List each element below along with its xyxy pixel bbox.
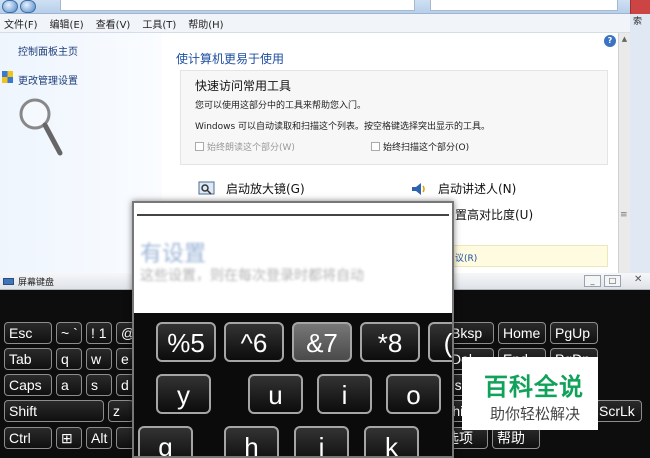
osk-title: 屏幕键盘 [18, 278, 55, 288]
page-title: 使计算机更易于使用 [176, 52, 285, 66]
control-panel-home-link[interactable]: 控制面板主页 [18, 43, 78, 58]
osk-key[interactable]: ScrLk [594, 400, 642, 422]
osk-key[interactable]: z [108, 400, 134, 422]
section-description-2: Windows 可以自动读取和扫描这个列表。按空格键选择突出显示的工具。 [195, 122, 491, 132]
search-box[interactable] [430, 0, 618, 11]
osk-key[interactable]: Shift [4, 400, 104, 422]
lens-key-g[interactable]: g [138, 426, 193, 456]
osk-key[interactable]: Alt [86, 427, 112, 449]
lens-key-h[interactable]: h [224, 426, 279, 456]
forward-button[interactable] [20, 0, 36, 13]
watermark-subtitle: 助你轻松解决 [490, 405, 581, 423]
lens-magnified-text: 这些设置，则在每次登录时都将自动 [140, 268, 364, 284]
maximize-button[interactable]: □ [604, 275, 621, 287]
lens-key-6[interactable]: ^6 [224, 322, 284, 362]
explorer-titlebar [0, 0, 650, 14]
scroll-grip: ≡ [620, 210, 628, 220]
start-magnifier-link[interactable]: 启动放大镜(G) [198, 180, 305, 197]
address-bar[interactable] [60, 0, 415, 11]
close-icon[interactable]: ✕ [634, 274, 642, 285]
osk-key[interactable]: Home [498, 322, 546, 344]
osk-key[interactable]: PgUp [550, 322, 598, 344]
scroll-up-arrow-icon[interactable]: ▲ [620, 35, 629, 44]
vertical-scrollbar[interactable]: ▲ [618, 33, 630, 273]
lens-key-8[interactable]: *8 [360, 322, 420, 362]
osk-key[interactable]: Esc [4, 322, 52, 344]
section-title: 快速访问常用工具 [195, 79, 292, 93]
osk-key[interactable]: 帮助 [492, 427, 540, 449]
osk-key[interactable]: s [86, 374, 112, 396]
window-close-button[interactable] [630, 0, 650, 14]
watermark-logo: 百科全说 助你轻松解决 [462, 357, 598, 430]
menu-tools[interactable]: 工具(T) [142, 16, 176, 31]
shield-icon [2, 71, 13, 83]
lens-key-9[interactable]: ( [428, 322, 452, 362]
osk-key[interactable]: Ctrl [4, 427, 52, 449]
watermark-title: 百科全说 [484, 373, 584, 401]
link-label: 启动放大镜(G) [226, 182, 305, 196]
osk-key[interactable]: Tab [4, 348, 52, 370]
osk-key[interactable]: q [56, 348, 82, 370]
menu-file[interactable]: 文件(F) [4, 16, 38, 31]
keyboard-icon [3, 278, 14, 285]
section-description: 您可以使用这部分中的工具来帮助您入门。 [195, 101, 367, 111]
osk-key[interactable]: ⊞ [56, 427, 82, 449]
lens-key-k[interactable]: k [364, 426, 419, 456]
quick-access-section: 快速访问常用工具 您可以使用这部分中的工具来帮助您入门。 Windows 可以自… [180, 70, 608, 165]
screen: { "menubar": ["文件(F)", "编辑(E)", "查看(V)",… [0, 0, 650, 458]
lens-magnified-keyboard: %5 ^6 &7 *8 ( y u i o g h j k [134, 313, 452, 456]
high-contrast-link[interactable]: 置高对比度(U) [455, 206, 533, 223]
lens-window-area: 有设置 这些设置，则在每次登录时都将自动 [134, 203, 452, 284]
lens-key-5[interactable]: %5 [156, 322, 216, 362]
menu-help[interactable]: 帮助(H) [188, 16, 223, 31]
osk-key[interactable]: w [86, 348, 112, 370]
checkbox-label: 始终扫描这个部分(O) [383, 143, 470, 153]
lens-key-o[interactable]: o [386, 374, 441, 414]
lens-key-i[interactable]: i [317, 374, 372, 414]
magnifier-app-icon [198, 181, 215, 195]
lens-divider [137, 214, 449, 216]
menu-bar: 文件(F) 编辑(E) 查看(V) 工具(T) 帮助(H) [0, 14, 630, 33]
right-window-edge: 索 [630, 14, 650, 274]
magnifier-lens: 有设置 这些设置，则在每次登录时都将自动 %5 ^6 &7 *8 ( y u i… [132, 201, 454, 458]
magnifier-cursor-icon [19, 98, 63, 156]
osk-key[interactable]: a [56, 374, 82, 396]
notice-bar[interactable]: 议(R) [450, 245, 608, 267]
lens-key-u[interactable]: u [248, 374, 303, 414]
osk-key[interactable]: ~ ` [56, 322, 82, 344]
menu-edit[interactable]: 编辑(E) [50, 16, 84, 31]
checkbox-label: 始终朗读这个部分(W) [207, 143, 295, 153]
lens-key-y[interactable]: y [156, 374, 211, 414]
always-scan-checkbox[interactable]: 始终扫描这个部分(O) [371, 140, 469, 153]
change-admin-settings-link[interactable]: 更改管理设置 [18, 72, 78, 87]
minimize-button[interactable]: _ [584, 275, 601, 287]
start-narrator-link[interactable]: 启动讲述人(N) [410, 180, 516, 197]
always-read-checkbox[interactable]: 始终朗读这个部分(W) [195, 140, 295, 153]
narrator-app-icon [412, 182, 425, 195]
link-label: 启动讲述人(N) [438, 182, 517, 196]
lens-key-7[interactable]: &7 [292, 322, 352, 362]
menu-view[interactable]: 查看(V) [96, 16, 131, 31]
back-button[interactable] [2, 0, 18, 13]
osk-key[interactable]: Caps [4, 374, 52, 396]
lens-key-j[interactable]: j [294, 426, 349, 456]
help-icon[interactable]: ? [604, 35, 616, 47]
osk-key[interactable]: ! 1 [86, 322, 112, 344]
lens-magnified-heading: 有设置 [140, 242, 207, 267]
